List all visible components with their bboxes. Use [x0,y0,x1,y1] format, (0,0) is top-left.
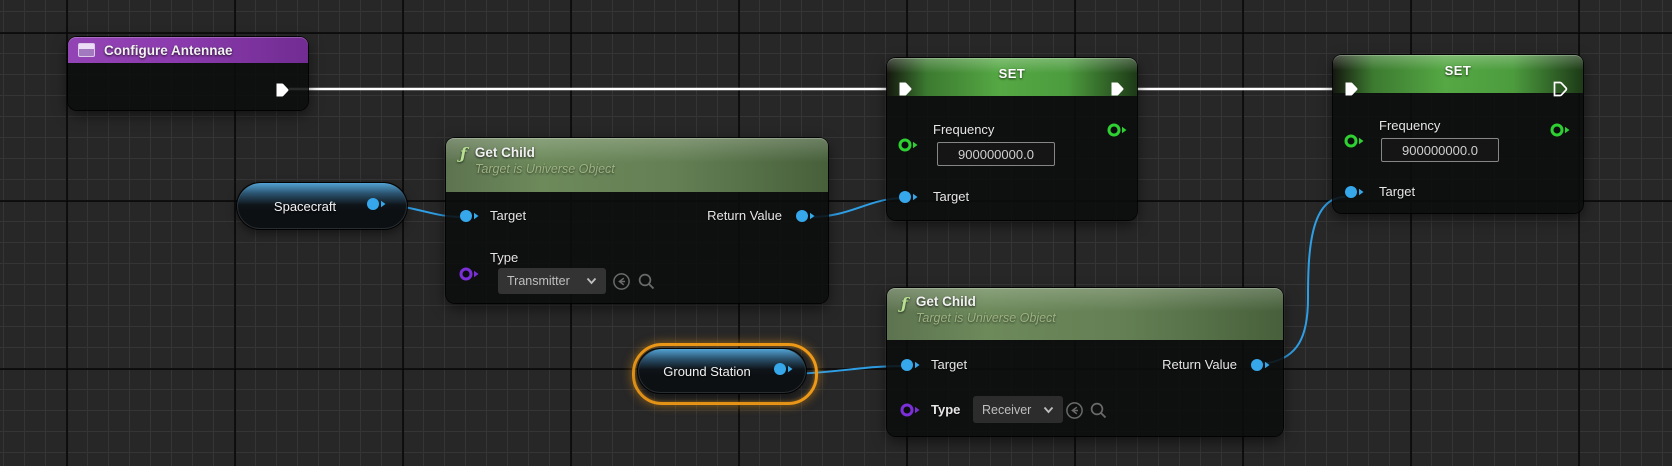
float-output-pin[interactable] [1106,122,1128,138]
frequency-input[interactable] [1381,138,1499,162]
function-icon: ƒ [460,144,467,163]
float-input-pin-frequency[interactable] [897,137,919,153]
exec-input-pin[interactable] [1343,81,1359,97]
pin-label-target: Target [1379,184,1415,200]
exec-output-pin[interactable] [1109,81,1125,97]
event-node-header: Configure Antennae [68,37,308,63]
type-dropdown-value: Receiver [982,403,1031,417]
node-subtitle: Target is Universe Object [916,311,1056,325]
pin-label-return-value: Return Value [1162,357,1237,373]
object-output-pin[interactable] [365,196,387,212]
reset-to-default-icon[interactable] [1065,401,1084,420]
enum-input-pin-type[interactable] [458,266,480,282]
object-input-pin-target[interactable] [1343,184,1365,200]
object-input-pin-target[interactable] [897,189,919,205]
function-icon: ƒ [901,294,908,313]
pin-label-frequency: Frequency [933,122,994,138]
pin-label-frequency: Frequency [1379,118,1440,134]
object-input-pin-target[interactable] [458,208,480,224]
object-output-pin-return-value[interactable] [794,208,816,224]
pin-label-target: Target [490,208,526,224]
set-node-receiver-frequency[interactable]: SET Frequency Target [1333,55,1583,213]
node-subtitle: Target is Universe Object [475,162,615,176]
function-node-get-child-transmitter[interactable]: ƒ Get Child Target is Universe Object Ta… [446,138,828,303]
event-node-configure-antennae[interactable]: Configure Antennae [68,37,308,110]
object-output-pin-return-value[interactable] [1249,357,1271,373]
blueprint-graph-canvas[interactable]: Configure Antennae Spacecraft ƒ Get Chil… [0,0,1672,466]
chevron-down-icon [1043,406,1054,414]
set-node-header: SET [887,58,1137,96]
search-icon[interactable] [637,272,656,291]
event-node-title: Configure Antennae [104,43,233,58]
pin-label-type: Type [931,402,960,418]
float-input-pin-frequency[interactable] [1343,133,1365,149]
type-dropdown[interactable]: Receiver [973,396,1063,423]
variable-label: Spacecraft [274,199,370,214]
node-title: Get Child [475,145,615,160]
search-icon[interactable] [1089,401,1108,420]
frequency-input[interactable] [937,142,1055,166]
pin-label-return-value: Return Value [707,208,782,224]
node-title: Get Child [916,294,1056,309]
variable-node-ground-station[interactable]: Ground Station [638,349,806,393]
event-icon [78,43,95,57]
float-output-pin[interactable] [1549,122,1571,138]
function-node-header: ƒ Get Child Target is Universe Object [446,138,828,192]
variable-label: Ground Station [663,364,780,379]
pin-label-target: Target [931,357,967,373]
exec-output-pin-unconnected[interactable] [1552,81,1568,97]
function-node-header: ƒ Get Child Target is Universe Object [887,288,1283,340]
function-node-get-child-receiver[interactable]: ƒ Get Child Target is Universe Object Ta… [887,288,1283,436]
set-node-transmitter-frequency[interactable]: SET Frequency Target [887,58,1137,220]
object-input-pin-target[interactable] [899,357,921,373]
set-node-header: SET [1333,55,1583,93]
exec-input-pin[interactable] [897,81,913,97]
reset-to-default-icon[interactable] [612,272,631,291]
type-dropdown-value: Transmitter [507,274,570,288]
variable-node-spacecraft[interactable]: Spacecraft [237,183,407,229]
pin-label-type: Type [490,250,518,266]
exec-output-pin[interactable] [274,82,290,98]
set-node-title: SET [999,66,1026,81]
type-dropdown[interactable]: Transmitter [498,268,606,294]
set-node-title: SET [1445,63,1472,78]
object-output-pin[interactable] [772,361,794,377]
chevron-down-icon [586,277,597,285]
enum-input-pin-type[interactable] [899,402,921,418]
pin-label-target: Target [933,189,969,205]
